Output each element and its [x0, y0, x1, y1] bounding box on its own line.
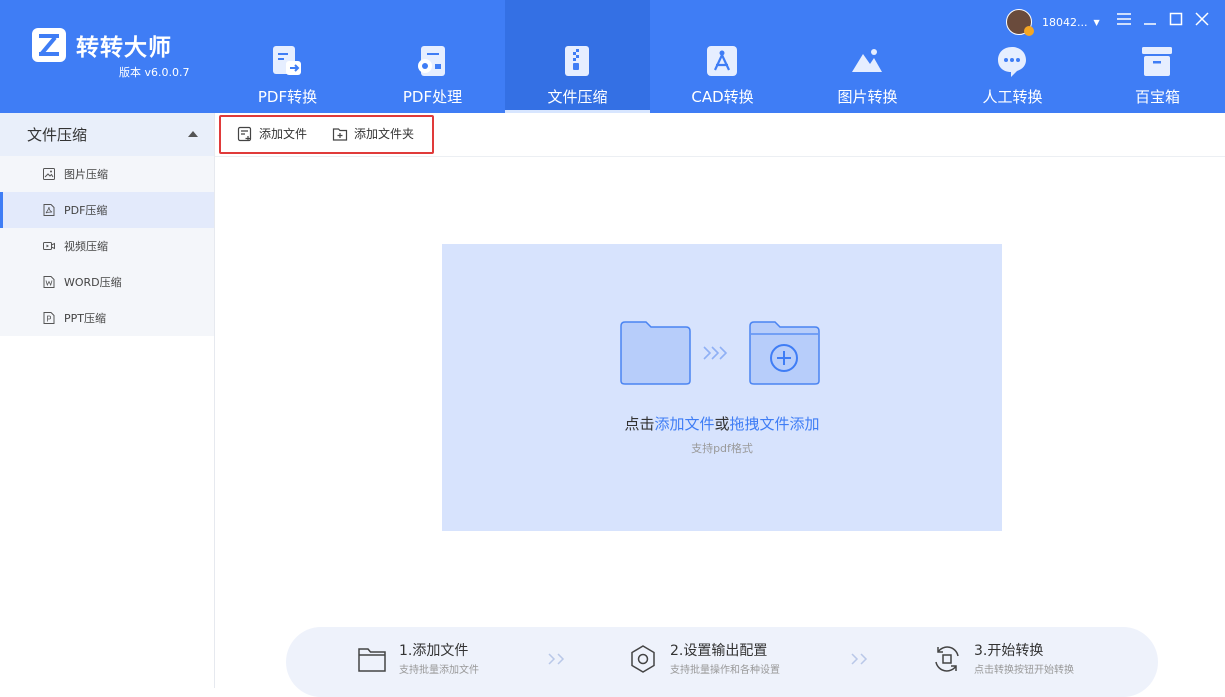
add-file-icon: [237, 126, 252, 141]
toolbox-icon: [1142, 47, 1172, 76]
sidebar-group-label: 文件压缩: [27, 126, 88, 144]
step-desc: 支持批量添加文件: [399, 665, 479, 676]
sidebar-item-video-compress[interactable]: 视频压缩: [0, 228, 214, 264]
step-add-file: 1.添加文件 支持批量添加文件: [357, 643, 479, 676]
nav-tab-file-compress[interactable]: 文件压缩: [505, 0, 650, 113]
add-file-label: 添加文件: [259, 127, 308, 141]
double-chevron-icon: [851, 653, 868, 665]
nav-label: CAD转换: [691, 88, 754, 106]
file-drop-zone[interactable]: 点击添加文件或拖拽文件添加 支持pdf格式: [442, 244, 1002, 531]
sidebar-item-label: 图片压缩: [64, 168, 108, 181]
supported-format-hint: 支持pdf格式: [691, 442, 753, 455]
sidebar-list: 图片压缩 PDF压缩 视频压缩 WORD压缩 PPT压缩: [0, 156, 214, 336]
double-chevron-icon: [548, 653, 565, 665]
settings-icon: [631, 645, 655, 673]
add-folder-button[interactable]: 添加文件夹: [332, 125, 414, 142]
drop-zone-instruction: 点击添加文件或拖拽文件添加: [442, 413, 1002, 434]
sidebar-item-label: 视频压缩: [64, 240, 108, 253]
add-folder-icon: [332, 127, 348, 141]
sidebar-item-label: PPT压缩: [64, 312, 106, 325]
nav-label: PDF转换: [257, 88, 318, 106]
word-icon: [43, 276, 55, 288]
window-controls: [1115, 10, 1211, 28]
logo-z-icon: [32, 28, 66, 62]
vip-badge-icon: [1024, 26, 1034, 36]
manual-convert-icon: [998, 47, 1026, 77]
minimize-icon[interactable]: [1141, 10, 1159, 28]
sidebar: 文件压缩 图片压缩 PDF压缩 视频压缩 WORD压缩 PPT压缩: [0, 113, 215, 688]
add-folder-label: 添加文件夹: [354, 127, 415, 141]
cad-convert-icon: [707, 46, 737, 76]
step-desc: 支持批量操作和各种设置: [670, 665, 780, 676]
top-header: 转转大师 版本 v6.0.0.7 PDF转换 PDF处理 文件压缩 CAD转换 …: [0, 0, 1225, 113]
ppt-icon: [43, 312, 55, 324]
menu-icon[interactable]: [1115, 10, 1133, 28]
nav-tab-pdf-process[interactable]: PDF处理: [360, 0, 505, 113]
nav-tab-image-convert[interactable]: 图片转换: [795, 0, 940, 113]
pdf-convert-icon: [273, 46, 301, 75]
user-menu[interactable]: 18042... ▼: [1006, 9, 1100, 36]
collapse-caret-icon[interactable]: [188, 131, 198, 137]
step-output-settings: 2.设置输出配置 支持批量操作和各种设置: [628, 643, 780, 676]
nav-label: 文件压缩: [547, 88, 608, 106]
convert-icon: [935, 646, 959, 672]
sidebar-item-pdf-compress[interactable]: PDF压缩: [0, 192, 214, 228]
add-file-link[interactable]: 添加文件: [654, 415, 714, 433]
video-icon: [43, 242, 55, 250]
maximize-icon[interactable]: [1167, 10, 1185, 28]
add-file-button[interactable]: 添加文件: [237, 125, 307, 142]
sidebar-item-word-compress[interactable]: WORD压缩: [0, 264, 214, 300]
folder-icon: [358, 648, 386, 672]
app-logo: 转转大师: [32, 28, 172, 62]
folder-add-illustration-icon: [620, 321, 820, 385]
sidebar-group-file-compress[interactable]: 文件压缩: [0, 113, 214, 156]
image-icon: [43, 168, 55, 180]
close-icon[interactable]: [1193, 10, 1211, 28]
step-title: 1.添加文件: [399, 643, 469, 659]
drag-file-link[interactable]: 拖拽文件添加: [730, 415, 820, 433]
sidebar-item-label: PDF压缩: [64, 204, 108, 217]
step-title: 3.开始转换: [974, 643, 1044, 659]
user-name: 18042...: [1042, 15, 1088, 29]
sidebar-item-ppt-compress[interactable]: PPT压缩: [0, 300, 214, 336]
step-start-convert: 3.开始转换 点击转换按钮开始转换: [932, 643, 1074, 676]
avatar: [1006, 9, 1034, 36]
image-convert-icon: [852, 49, 882, 72]
step-title: 2.设置输出配置: [670, 643, 768, 659]
caret-down-icon: ▼: [1093, 17, 1100, 27]
instruction-or: 或: [714, 415, 730, 433]
toolbar: 添加文件 添加文件夹: [215, 113, 1225, 157]
app-title: 转转大师: [76, 35, 172, 61]
sidebar-item-label: WORD压缩: [64, 276, 122, 289]
nav-tab-cad-convert[interactable]: CAD转换: [650, 0, 795, 113]
app-version: 版本 v6.0.0.7: [119, 66, 190, 79]
pdf-icon: [43, 204, 55, 216]
instruction-prefix: 点击: [624, 415, 655, 433]
sidebar-item-image-compress[interactable]: 图片压缩: [0, 156, 214, 192]
file-compress-icon: [565, 46, 589, 76]
nav-label: PDF处理: [402, 88, 463, 106]
nav-tab-pdf-convert[interactable]: PDF转换: [215, 0, 360, 113]
step-desc: 点击转换按钮开始转换: [974, 665, 1074, 676]
steps-guide: 1.添加文件 支持批量添加文件 2.设置输出配置 支持批量操作和各种设置 3.开…: [286, 627, 1158, 697]
pdf-process-icon: [418, 46, 445, 76]
nav-label: 图片转换: [837, 88, 898, 106]
nav-label: 百宝箱: [1134, 88, 1180, 106]
nav-label: 人工转换: [982, 88, 1043, 106]
